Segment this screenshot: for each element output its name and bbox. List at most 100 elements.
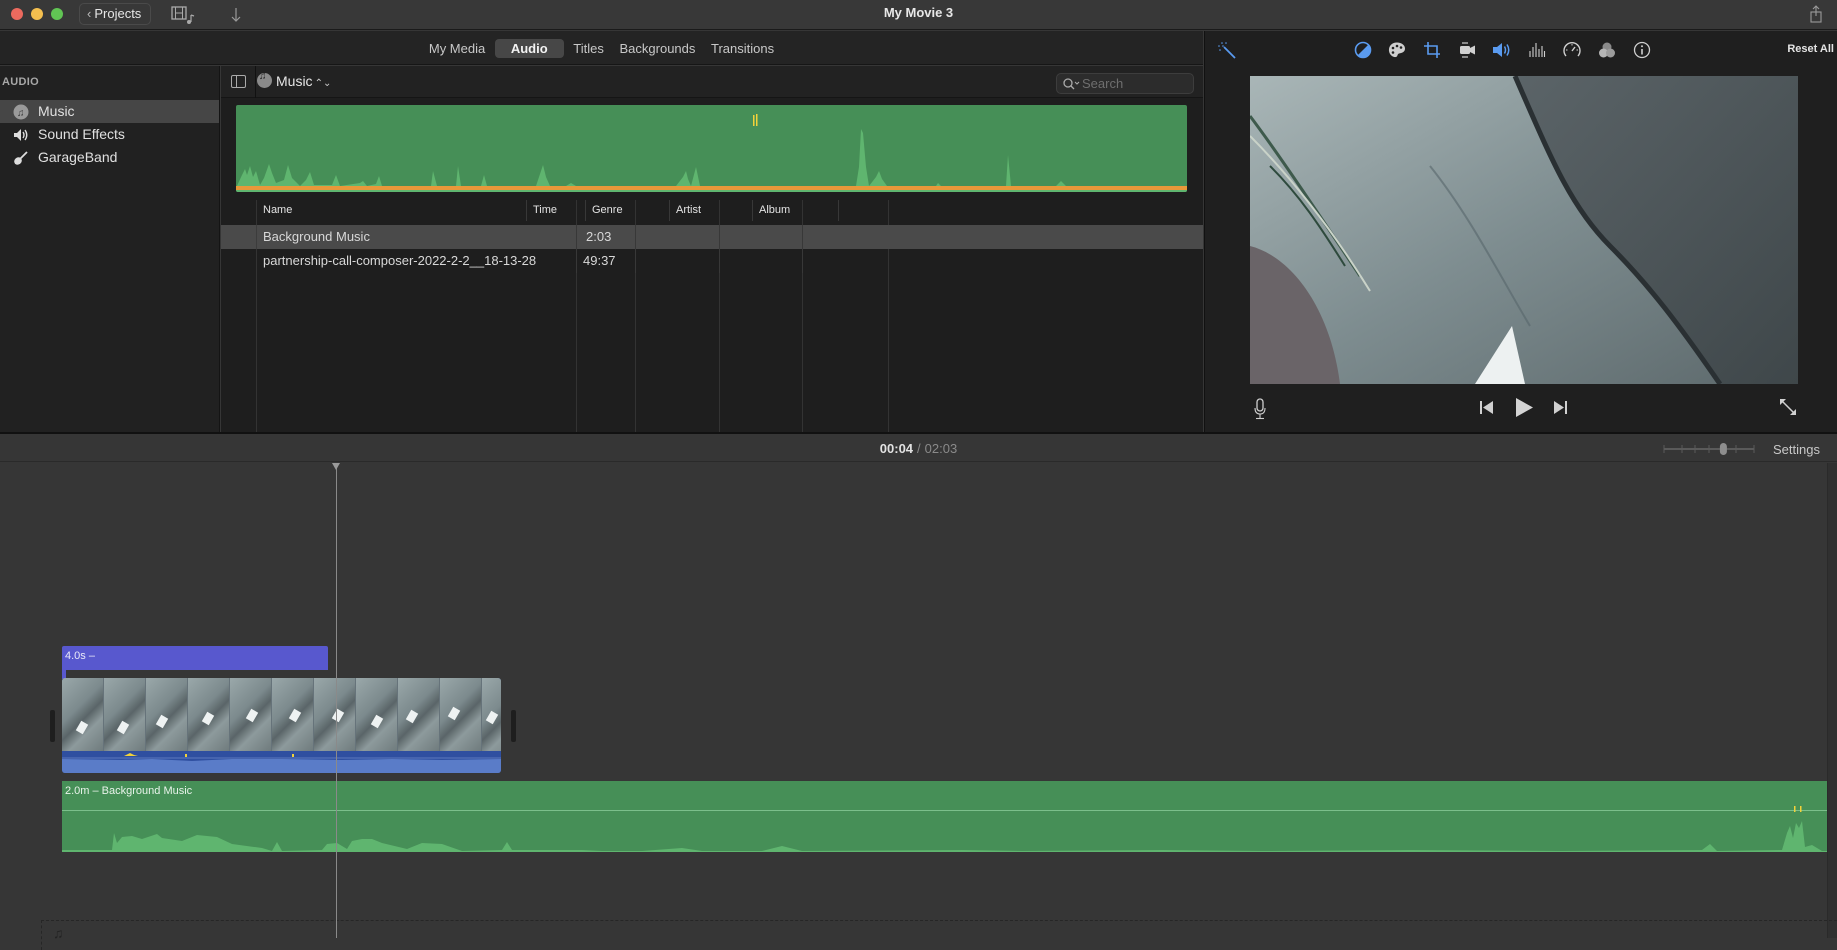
sidebar-item-label: Music: [38, 103, 75, 119]
filmstrip-frame: [272, 678, 314, 751]
total-time: 02:03: [924, 441, 958, 456]
share-icon[interactable]: [1809, 5, 1823, 23]
sidebar-item-music[interactable]: ♫ Music: [0, 100, 219, 123]
divider: [255, 66, 256, 98]
peak-marker: [756, 114, 758, 126]
color-correction-icon[interactable]: [1387, 41, 1407, 59]
audio-sidebar: AUDIO ♫ Music Sound Effects GarageBand: [0, 66, 220, 432]
svg-text:♫: ♫: [17, 108, 25, 119]
clip-trim-handle-left[interactable]: [50, 710, 55, 742]
tab-backgrounds[interactable]: Backgrounds: [614, 39, 702, 58]
timeline-end-bar: [1827, 463, 1837, 938]
timeline-header: 00:04/02:03 Settings: [0, 432, 1837, 462]
column-divider: [838, 200, 839, 221]
filmstrip-frame: [188, 678, 230, 751]
playhead[interactable]: [336, 463, 337, 938]
skip-forward-icon[interactable]: [1553, 400, 1568, 415]
table-row[interactable]: Background Music 2:03: [221, 225, 1203, 249]
cell-genre: [635, 249, 719, 273]
cell-name: partnership-call-composer-2022-2-2__18-1…: [256, 249, 576, 273]
up-down-chevron-icon: ⌃⌄: [314, 78, 332, 89]
filmstrip-frame: [230, 678, 272, 751]
clip-waveform-shape: [62, 759, 501, 773]
tab-audio[interactable]: Audio: [494, 39, 564, 58]
fullscreen-icon[interactable]: [1779, 398, 1797, 416]
color-balance-icon[interactable]: [1353, 41, 1373, 59]
filmstrip-frame: [356, 678, 398, 751]
music-note-icon: ♫: [53, 925, 64, 941]
title-bar: ‹ Projects My Movie 3: [0, 0, 1837, 30]
video-preview[interactable]: [1250, 76, 1798, 384]
reset-all-button[interactable]: Reset All: [1787, 43, 1834, 55]
speaker-icon: [14, 129, 28, 141]
skip-back-icon[interactable]: [1479, 400, 1494, 415]
zoom-slider-thumb[interactable]: [1719, 443, 1727, 455]
noise-reduction-equalizer-icon[interactable]: [1527, 41, 1547, 59]
timeline-zoom-slider[interactable]: [1663, 442, 1755, 456]
waveform-shape: [236, 129, 1187, 192]
sidebar-item-label: Sound Effects: [38, 126, 125, 142]
adjustments-toolbar: Reset All: [1205, 31, 1837, 67]
time-separator: /: [917, 441, 921, 456]
cell-album: [802, 225, 888, 249]
clip-audio-waveform: [62, 753, 501, 773]
magic-wand-icon[interactable]: [1218, 41, 1238, 59]
title-clip[interactable]: 4.0s –: [62, 646, 328, 670]
timecode-display: 00:04/02:03: [0, 441, 1837, 456]
speed-icon[interactable]: [1562, 41, 1582, 59]
viewer-panel: Reset All: [1204, 31, 1837, 432]
crop-icon[interactable]: [1423, 41, 1443, 59]
filmstrip-frame: [440, 678, 482, 751]
filmstrip-frame: [62, 678, 104, 751]
cell-artist: [719, 225, 802, 249]
cell-time: 2:03: [576, 225, 635, 249]
filmstrip-frame: [104, 678, 146, 751]
clip-trim-handle-right[interactable]: [511, 710, 516, 742]
sidebar-heading: AUDIO: [2, 76, 39, 88]
column-header-genre[interactable]: Genre: [585, 200, 669, 221]
timeline-settings-button[interactable]: Settings: [1773, 442, 1820, 457]
tab-titles[interactable]: Titles: [567, 39, 610, 58]
peak-marker: [753, 115, 755, 126]
filmstrip-frame: [146, 678, 188, 751]
search-field[interactable]: [1056, 73, 1194, 94]
music-waveform-shape: [62, 821, 1827, 852]
play-icon[interactable]: [1514, 397, 1534, 418]
filmstrip-frame: [314, 678, 356, 751]
filmstrip-frame: [482, 678, 501, 751]
cell-time: 49:37: [576, 249, 635, 273]
audio-library: Music⌃⌄ Name Time Genre Artist Album Bac…: [221, 66, 1203, 432]
volume-icon[interactable]: [1492, 41, 1512, 59]
tab-transitions[interactable]: Transitions: [705, 39, 780, 58]
playhead-handle[interactable]: [332, 463, 340, 470]
cell-album: [802, 249, 888, 273]
music-drop-zone[interactable]: [41, 920, 1837, 950]
column-header-name[interactable]: Name: [256, 200, 526, 221]
sidebar-item-sound-effects[interactable]: Sound Effects: [0, 123, 219, 146]
music-note-icon: ♫: [13, 104, 29, 120]
title-clip-label: 4.0s –: [65, 650, 95, 662]
waveform-graphic: [236, 114, 1187, 192]
stabilization-icon[interactable]: [1457, 41, 1477, 59]
audio-preview-waveform[interactable]: [236, 105, 1187, 192]
background-music-clip[interactable]: 2.0m – Background Music: [62, 781, 1827, 852]
sidebar-item-garageband[interactable]: GarageBand: [0, 146, 219, 169]
microphone-icon[interactable]: [1254, 398, 1266, 420]
column-header-artist[interactable]: Artist: [669, 200, 752, 221]
window-title: My Movie 3: [883, 5, 954, 20]
tab-my-media[interactable]: My Media: [423, 39, 491, 58]
video-clip[interactable]: [62, 678, 501, 773]
search-input[interactable]: [1082, 74, 1190, 93]
peak-marker: [1800, 806, 1802, 812]
music-note-icon: [257, 71, 272, 88]
music-waveform: [62, 806, 1827, 852]
table-row[interactable]: partnership-call-composer-2022-2-2__18-1…: [221, 249, 1203, 273]
column-header-album[interactable]: Album: [752, 200, 838, 221]
music-source-dropdown[interactable]: Music⌃⌄: [257, 71, 332, 89]
video-filter-icon[interactable]: [1597, 41, 1617, 59]
video-clip-audio[interactable]: [62, 751, 501, 773]
info-icon[interactable]: [1632, 41, 1652, 59]
selection-range-bar: [236, 186, 1187, 190]
sidebar-toggle-icon[interactable]: [231, 75, 246, 88]
current-time: 00:04: [879, 441, 914, 456]
